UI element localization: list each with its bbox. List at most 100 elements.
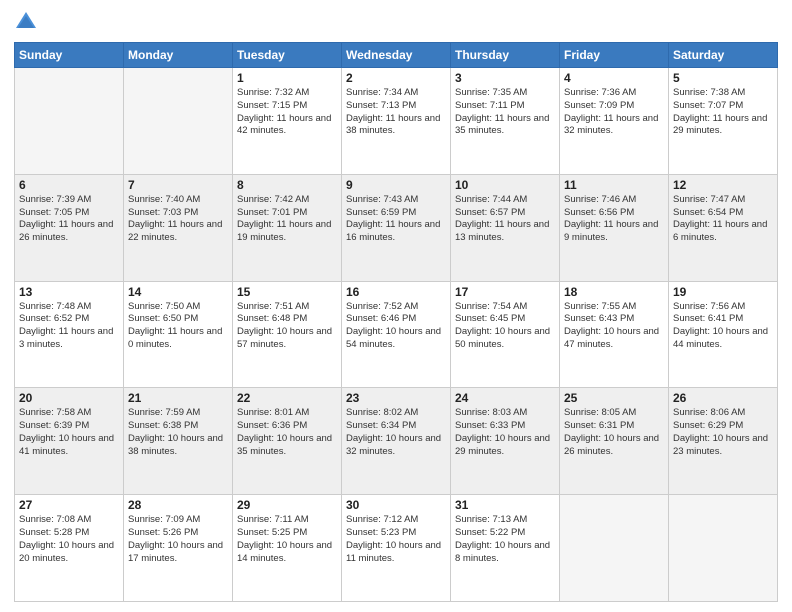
day-number: 6 [19, 178, 119, 192]
calendar-cell [15, 68, 124, 175]
calendar: SundayMondayTuesdayWednesdayThursdayFrid… [14, 42, 778, 602]
calendar-cell: 25Sunrise: 8:05 AM Sunset: 6:31 PM Dayli… [560, 388, 669, 495]
day-number: 10 [455, 178, 555, 192]
calendar-week-4: 27 Sunrise: 7:08 AM Sunset: 5:28 PM Dayli… [15, 495, 778, 602]
day-info: Sunrise: 7:11 AM Sunset: 5:25 PM Dayligh… [237, 514, 337, 565]
day-number: 27 [19, 498, 119, 512]
day-number: 28 [128, 498, 228, 512]
day-info: Sunrise: 7:51 AM Sunset: 6:48 PM Dayligh… [237, 301, 337, 352]
day-number: 4 [564, 71, 664, 85]
day-number: 5 [673, 71, 773, 85]
calendar-cell: 21Sunrise: 7:59 AM Sunset: 6:38 PM Dayli… [124, 388, 233, 495]
day-info: Sunrise: 7:08 AM Sunset: 5:28 PM Dayligh… [19, 514, 119, 565]
calendar-week-1: 6 Sunrise: 7:39 AM Sunset: 7:05 PM Daylig… [15, 174, 778, 281]
calendar-cell: 7 Sunrise: 7:40 AM Sunset: 7:03 PM Daylig… [124, 174, 233, 281]
calendar-cell: 17 Sunrise: 7:54 AM Sunset: 6:45 PM Dayli… [451, 281, 560, 388]
day-number: 12 [673, 178, 773, 192]
calendar-cell: 18 Sunrise: 7:55 AM Sunset: 6:43 PM Dayli… [560, 281, 669, 388]
day-info: Sunrise: 7:09 AM Sunset: 5:26 PM Dayligh… [128, 514, 228, 565]
calendar-cell: 16 Sunrise: 7:52 AM Sunset: 6:46 PM Dayli… [342, 281, 451, 388]
day-info: Sunrise: 8:01 AM Sunset: 6:36 PM Dayligh… [237, 407, 337, 458]
calendar-cell: 1 Sunrise: 7:32 AM Sunset: 7:15 PM Daylig… [233, 68, 342, 175]
calendar-cell: 26 Sunrise: 8:06 AM Sunset: 6:29 PM Dayli… [669, 388, 778, 495]
day-number: 18 [564, 285, 664, 299]
day-info: Sunrise: 7:58 AM Sunset: 6:39 PM Dayligh… [19, 407, 119, 458]
calendar-cell: 4 Sunrise: 7:36 AM Sunset: 7:09 PM Daylig… [560, 68, 669, 175]
calendar-cell: 29 Sunrise: 7:11 AM Sunset: 5:25 PM Dayli… [233, 495, 342, 602]
day-info: Sunrise: 7:40 AM Sunset: 7:03 PM Dayligh… [128, 194, 228, 245]
day-info: Sunrise: 7:13 AM Sunset: 5:22 PM Dayligh… [455, 514, 555, 565]
calendar-cell: 12 Sunrise: 7:47 AM Sunset: 6:54 PM Dayli… [669, 174, 778, 281]
calendar-cell: 24 Sunrise: 8:03 AM Sunset: 6:33 PM Dayli… [451, 388, 560, 495]
day-number: 2 [346, 71, 446, 85]
day-number: 7 [128, 178, 228, 192]
calendar-cell: 13 Sunrise: 7:48 AM Sunset: 6:52 PM Dayli… [15, 281, 124, 388]
day-info: Sunrise: 7:35 AM Sunset: 7:11 PM Dayligh… [455, 87, 555, 138]
day-info: Sunrise: 8:06 AM Sunset: 6:29 PM Dayligh… [673, 407, 773, 458]
day-number: 16 [346, 285, 446, 299]
day-info: Sunrise: 7:55 AM Sunset: 6:43 PM Dayligh… [564, 301, 664, 352]
day-info: Sunrise: 7:48 AM Sunset: 6:52 PM Dayligh… [19, 301, 119, 352]
day-info: Sunrise: 7:34 AM Sunset: 7:13 PM Dayligh… [346, 87, 446, 138]
day-info: Sunrise: 7:42 AM Sunset: 7:01 PM Dayligh… [237, 194, 337, 245]
calendar-cell: 30Sunrise: 7:12 AM Sunset: 5:23 PM Dayli… [342, 495, 451, 602]
day-info: Sunrise: 7:52 AM Sunset: 6:46 PM Dayligh… [346, 301, 446, 352]
day-number: 15 [237, 285, 337, 299]
day-number: 20 [19, 391, 119, 405]
day-info: Sunrise: 7:46 AM Sunset: 6:56 PM Dayligh… [564, 194, 664, 245]
logo [14, 10, 42, 34]
calendar-cell: 23 Sunrise: 8:02 AM Sunset: 6:34 PM Dayli… [342, 388, 451, 495]
calendar-cell [669, 495, 778, 602]
day-header-friday: Friday [560, 43, 669, 68]
day-number: 13 [19, 285, 119, 299]
calendar-week-0: 1 Sunrise: 7:32 AM Sunset: 7:15 PM Daylig… [15, 68, 778, 175]
day-number: 9 [346, 178, 446, 192]
day-number: 24 [455, 391, 555, 405]
day-info: Sunrise: 7:36 AM Sunset: 7:09 PM Dayligh… [564, 87, 664, 138]
day-info: Sunrise: 8:03 AM Sunset: 6:33 PM Dayligh… [455, 407, 555, 458]
day-number: 17 [455, 285, 555, 299]
logo-icon [14, 10, 38, 34]
calendar-cell: 10Sunrise: 7:44 AM Sunset: 6:57 PM Dayli… [451, 174, 560, 281]
day-header-thursday: Thursday [451, 43, 560, 68]
day-number: 19 [673, 285, 773, 299]
calendar-cell: 19 Sunrise: 7:56 AM Sunset: 6:41 PM Dayli… [669, 281, 778, 388]
day-info: Sunrise: 7:47 AM Sunset: 6:54 PM Dayligh… [673, 194, 773, 245]
day-info: Sunrise: 8:02 AM Sunset: 6:34 PM Dayligh… [346, 407, 446, 458]
page: SundayMondayTuesdayWednesdayThursdayFrid… [0, 0, 792, 612]
day-number: 3 [455, 71, 555, 85]
day-info: Sunrise: 7:50 AM Sunset: 6:50 PM Dayligh… [128, 301, 228, 352]
day-number: 26 [673, 391, 773, 405]
calendar-cell: 27 Sunrise: 7:08 AM Sunset: 5:28 PM Dayli… [15, 495, 124, 602]
day-info: Sunrise: 7:56 AM Sunset: 6:41 PM Dayligh… [673, 301, 773, 352]
day-number: 25 [564, 391, 664, 405]
day-number: 30 [346, 498, 446, 512]
day-number: 1 [237, 71, 337, 85]
calendar-cell: 20 Sunrise: 7:58 AM Sunset: 6:39 PM Dayli… [15, 388, 124, 495]
calendar-cell: 11 Sunrise: 7:46 AM Sunset: 6:56 PM Dayli… [560, 174, 669, 281]
day-number: 8 [237, 178, 337, 192]
day-number: 11 [564, 178, 664, 192]
day-info: Sunrise: 7:43 AM Sunset: 6:59 PM Dayligh… [346, 194, 446, 245]
day-number: 29 [237, 498, 337, 512]
calendar-cell: 28 Sunrise: 7:09 AM Sunset: 5:26 PM Dayli… [124, 495, 233, 602]
calendar-cell: 14 Sunrise: 7:50 AM Sunset: 6:50 PM Dayli… [124, 281, 233, 388]
calendar-cell: 22 Sunrise: 8:01 AM Sunset: 6:36 PM Dayli… [233, 388, 342, 495]
day-info: Sunrise: 7:39 AM Sunset: 7:05 PM Dayligh… [19, 194, 119, 245]
calendar-cell [124, 68, 233, 175]
day-number: 23 [346, 391, 446, 405]
day-number: 31 [455, 498, 555, 512]
day-number: 14 [128, 285, 228, 299]
day-header-monday: Monday [124, 43, 233, 68]
calendar-cell: 6 Sunrise: 7:39 AM Sunset: 7:05 PM Daylig… [15, 174, 124, 281]
header [14, 10, 778, 34]
day-number: 22 [237, 391, 337, 405]
calendar-week-3: 20 Sunrise: 7:58 AM Sunset: 6:39 PM Dayli… [15, 388, 778, 495]
calendar-cell: 2 Sunrise: 7:34 AM Sunset: 7:13 PM Daylig… [342, 68, 451, 175]
day-info: Sunrise: 7:32 AM Sunset: 7:15 PM Dayligh… [237, 87, 337, 138]
calendar-week-2: 13 Sunrise: 7:48 AM Sunset: 6:52 PM Dayli… [15, 281, 778, 388]
day-info: Sunrise: 7:54 AM Sunset: 6:45 PM Dayligh… [455, 301, 555, 352]
calendar-cell [560, 495, 669, 602]
day-header-sunday: Sunday [15, 43, 124, 68]
calendar-cell: 15 Sunrise: 7:51 AM Sunset: 6:48 PM Dayli… [233, 281, 342, 388]
